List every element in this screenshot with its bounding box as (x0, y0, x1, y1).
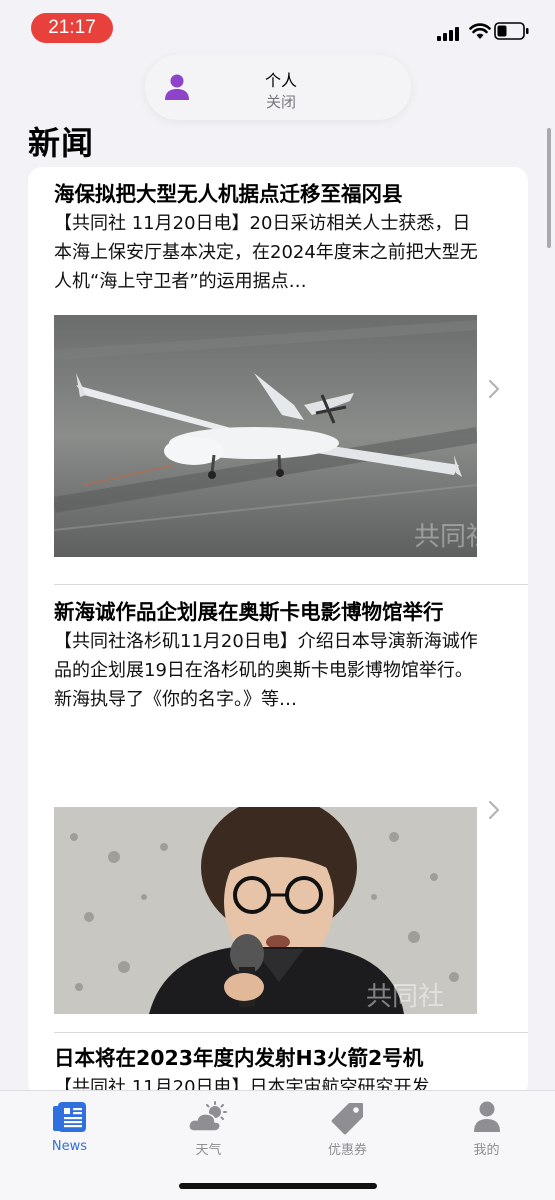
news-image-drone: 共同社 (54, 315, 477, 557)
tab-weather[interactable]: 天气 (139, 1091, 278, 1171)
news-title: 新海诚作品企划展在奥斯卡电影博物馆举行 (54, 600, 444, 624)
newspaper-icon (52, 1102, 86, 1132)
news-summary: 【共同社 11月20日电】20日采访相关人士获悉，日本海上保安厅基本决定，在20… (54, 213, 478, 292)
tab-profile[interactable]: 我的 (417, 1091, 555, 1171)
image-watermark: 共同社 (366, 982, 444, 1012)
tab-label: 优惠券 (327, 1143, 367, 1158)
cloud-sun-icon (187, 1101, 227, 1132)
chevron-right-icon (488, 379, 500, 399)
battery-icon (494, 22, 529, 40)
news-list-card: 海保拟把大型无人机据点迁移至福冈县 【共同社 11月20日电】20日采访相关人士… (28, 167, 528, 1097)
news-item[interactable]: 海保拟把大型无人机据点迁移至福冈县 【共同社 11月20日电】20日采访相关人士… (54, 179, 528, 557)
wifi-icon (469, 23, 491, 39)
news-item[interactable]: 日本将在2023年度内发射H3火箭2号机 【共同社 11月20日电】日本宇宙航空… (54, 1043, 528, 1097)
focus-mode-title: 个人 (264, 71, 297, 90)
news-title: 海保拟把大型无人机据点迁移至福冈县 (54, 182, 403, 206)
person-icon (473, 1101, 500, 1132)
tab-label: 天气 (195, 1143, 222, 1158)
focus-mode-pill[interactable]: 个人 关闭 (145, 55, 411, 120)
tag-icon (331, 1103, 363, 1135)
focus-mode-status: 关闭 (265, 93, 296, 111)
news-image-portrait: 共同社 (54, 807, 477, 1014)
divider (54, 584, 528, 585)
status-time[interactable]: 21:17 (31, 13, 113, 43)
news-title: 日本将在2023年度内发射H3火箭2号机 (54, 1046, 424, 1070)
scroll-indicator[interactable] (547, 128, 551, 248)
home-indicator[interactable] (179, 1183, 377, 1189)
tab-coupons[interactable]: 优惠券 (278, 1091, 417, 1171)
image-watermark: 共同社 (414, 522, 477, 552)
cellular-signal-icon (437, 27, 459, 41)
chevron-right-icon (488, 800, 500, 820)
tab-label: News (51, 1139, 88, 1154)
status-bar: 21:17 (0, 0, 555, 56)
news-summary: 【共同社洛杉矶11月20日电】介绍日本导演新海诚作品的企划展19日在洛杉矶的奥斯… (54, 631, 478, 710)
tab-label: 我的 (473, 1143, 500, 1158)
page-title: 新闻 (28, 124, 95, 162)
news-item[interactable]: 新海诚作品企划展在奥斯卡电影博物馆举行 【共同社洛杉矶11月20日电】介绍日本导… (54, 597, 528, 1014)
divider (54, 1032, 528, 1033)
tab-news[interactable]: News (0, 1091, 139, 1171)
